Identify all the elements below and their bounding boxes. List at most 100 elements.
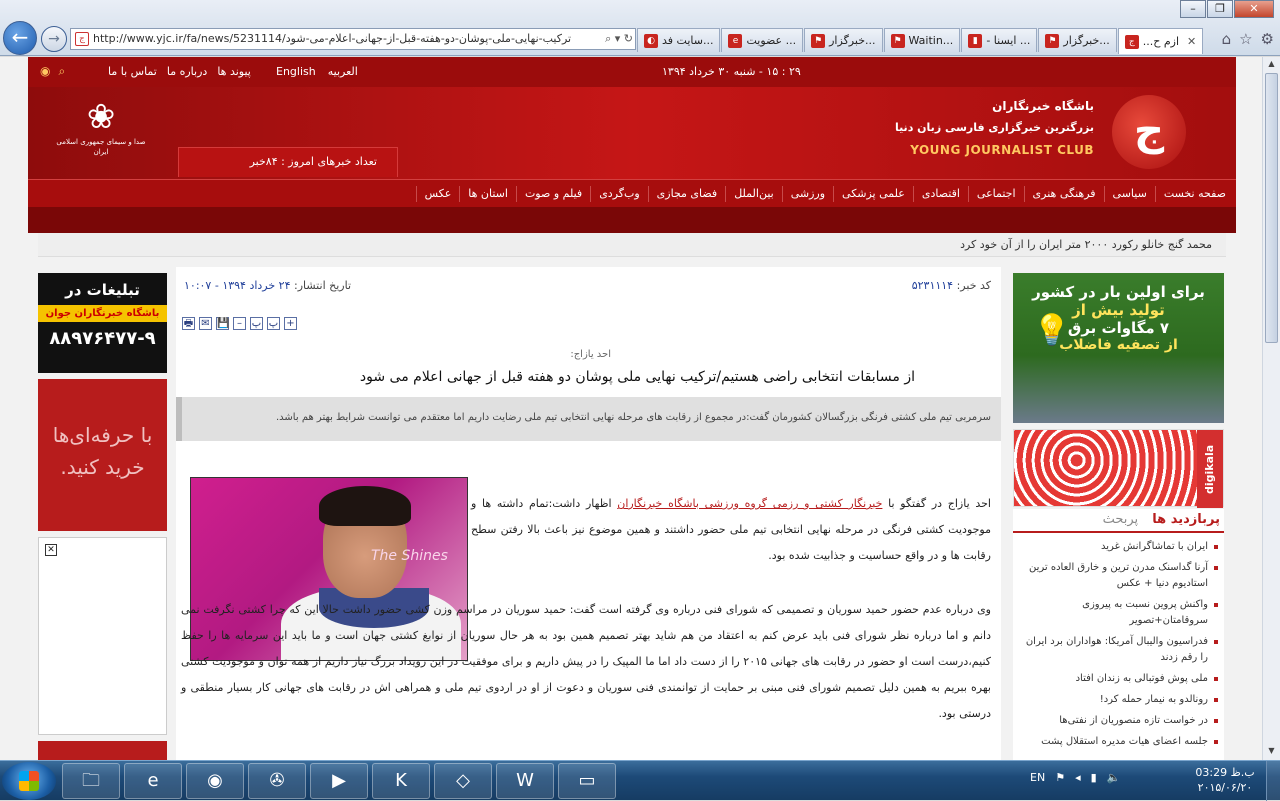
tab-close-icon[interactable]: ✕ — [1187, 31, 1196, 53]
tab-2[interactable]: e عضویت ... — [721, 28, 804, 52]
tab-5[interactable]: ▮ - ایسنا ... — [961, 28, 1038, 52]
back-button[interactable]: ← — [3, 21, 37, 55]
brand-english: YOUNG JOURNALIST CLUB — [910, 143, 1094, 157]
irib-logo[interactable]: ❀ صدا و سیمای جمهوری اسلامی ایران — [56, 97, 146, 169]
menu-culture[interactable]: فرهنگی هنری — [1023, 185, 1104, 202]
language-indicator[interactable]: EN — [1030, 771, 1045, 784]
home-icon[interactable]: ⌂ — [1222, 30, 1232, 48]
address-tools[interactable]: ⌕ ▾ ↻ — [601, 29, 633, 49]
settings-gear-icon[interactable]: ⚙ — [1261, 30, 1274, 48]
volume-icon[interactable]: 🔈 — [1107, 771, 1121, 784]
list-item[interactable]: واکنش پروین نسبت به پیروزی سروقامتان+تصو… — [1017, 597, 1218, 629]
reporter-link[interactable]: خبرنگار کشتی و رزمی گروه ورزشی باشگاه خب… — [617, 497, 882, 510]
ad-right-power[interactable]: 💡 برای اولین بار در کشور تولید بیش از ۷ … — [1013, 273, 1224, 423]
menu-politics[interactable]: سیاسی — [1103, 185, 1155, 202]
list-item[interactable]: رونالدو به نیمار حمله کرد! — [1017, 692, 1218, 708]
topbar-icons: ◉ ⌕ — [40, 64, 65, 79]
app-taskbar-button[interactable]: ✇ — [248, 763, 306, 799]
ad-phone: ۸۸۹۷۶۴۷۷-۹ — [49, 328, 156, 349]
tab-most-discussed[interactable]: پربحث — [1103, 512, 1139, 527]
menu-photo[interactable]: عکس — [415, 185, 460, 202]
menu-sports[interactable]: ورزشی — [781, 185, 833, 202]
app2-taskbar-button[interactable]: ◇ — [434, 763, 492, 799]
scroll-up-icon[interactable]: ▲ — [1265, 59, 1278, 71]
scroll-thumb[interactable] — [1265, 73, 1278, 343]
tab-1[interactable]: ◐ سایت فد... — [637, 28, 721, 52]
rss-icon[interactable]: ◉ — [40, 64, 50, 79]
menu-video[interactable]: فیلم و صوت — [515, 185, 590, 202]
close-ad-icon[interactable]: ✕ — [45, 544, 57, 556]
network-icon[interactable]: ▮ — [1091, 771, 1097, 784]
ad-name: باشگاه خبرنگاران جوان — [38, 305, 167, 322]
menu-home[interactable]: صفحه نخست — [1154, 185, 1234, 202]
chrome-taskbar-button[interactable]: ◉ — [186, 763, 244, 799]
print-icon[interactable]: 🖶 — [182, 317, 195, 330]
show-desktop-button[interactable] — [1266, 761, 1280, 801]
tab-active[interactable]: ج ...ازم ح ✕ — [1117, 28, 1204, 54]
tab-6[interactable]: ⚑ خبرگزار... — [1038, 28, 1117, 52]
list-item[interactable]: جلسه اعضای هیات مدیره استقلال پشت — [1017, 734, 1218, 750]
media-player-taskbar-button[interactable]: ▶ — [310, 763, 368, 799]
menu-cyberspace[interactable]: فضای مجازی — [647, 185, 726, 202]
font-decrease-icon[interactable]: – — [233, 317, 246, 330]
tab-3[interactable]: ⚑ خبرگزار... — [804, 28, 883, 52]
menu-science[interactable]: علمی پزشکی — [833, 185, 913, 202]
about-link[interactable]: درباره ما — [167, 65, 207, 78]
email-icon[interactable]: ✉ — [199, 317, 212, 330]
show-hidden-icon[interactable]: ◂ — [1075, 771, 1081, 784]
page-viewport: ◉ ⌕ تماس با ما درباره ما پیوند ها Englis… — [0, 57, 1262, 760]
menu-international[interactable]: بین‌الملل — [725, 185, 782, 202]
list-item[interactable]: ایران با تماشاگرانش غرید — [1017, 539, 1218, 555]
forward-button[interactable]: → — [41, 26, 67, 52]
tab-4[interactable]: ⚑ Waitin... — [883, 28, 961, 52]
ad-left-empty[interactable]: ✕ — [38, 537, 167, 735]
font-increase-icon[interactable]: + — [284, 317, 297, 330]
word-taskbar-button[interactable]: W — [496, 763, 554, 799]
contact-link[interactable]: تماس با ما — [108, 65, 157, 78]
language-links: English العربیه — [276, 65, 358, 78]
ad-left-bottom[interactable] — [38, 741, 167, 760]
brand-name: باشگاه خبرنگاران — [992, 99, 1094, 113]
article-lead: سرمربی تیم ملی کشتی فرنگی بزرگسالان کشور… — [176, 397, 1001, 441]
lightbulb-icon: 💡 — [1033, 313, 1071, 348]
tab-most-viewed[interactable]: پربازدید ها — [1152, 512, 1220, 527]
clock[interactable]: 03:29 ب.ظ ۲۰۱۵/۰۶/۲۰ — [1190, 765, 1260, 795]
close-window-button[interactable]: ✕ — [1234, 0, 1274, 18]
search-icon[interactable]: ⌕ — [58, 64, 65, 79]
maximize-button[interactable]: ❐ — [1207, 0, 1233, 18]
explorer-taskbar-button[interactable]: 🗀 — [62, 763, 120, 799]
vertical-scrollbar[interactable]: ▲ ▼ — [1262, 57, 1280, 760]
window-taskbar-button[interactable]: ▭ — [558, 763, 616, 799]
tab-favicon-icon: ⚑ — [811, 33, 826, 48]
minimize-button[interactable]: – — [1180, 0, 1206, 18]
start-button[interactable] — [2, 762, 56, 800]
news-count: تعداد خبرهای امروز : ۸۴خبر — [178, 147, 398, 177]
address-bar[interactable]: ج http://www.yjc.ir/fa/news/5231114/ترکی… — [70, 28, 636, 50]
tab-favicon-icon: ▮ — [968, 33, 983, 48]
list-item[interactable]: فدراسیون والیبال آمریکا: هواداران برد ای… — [1017, 634, 1218, 666]
menu-economy[interactable]: اقتصادی — [912, 185, 968, 202]
ie-taskbar-button[interactable]: e — [124, 763, 182, 799]
font-small-icon[interactable]: پ — [250, 317, 263, 330]
font-large-icon[interactable]: پ — [267, 317, 280, 330]
scroll-down-icon[interactable]: ▼ — [1265, 746, 1278, 758]
menu-social[interactable]: اجتماعی — [967, 185, 1024, 202]
menu-webgardi[interactable]: وب‌گردی — [590, 185, 647, 202]
ad-left-shopping[interactable]: با حرفه‌ای‌ها خرید کنید. — [38, 379, 167, 531]
brand-block[interactable]: ج باشگاه خبرنگاران بزرگترین خبرگزاری فار… — [846, 95, 1186, 175]
flag-icon[interactable]: ⚑ — [1055, 771, 1065, 784]
english-link[interactable]: English — [276, 65, 316, 78]
back-arrow-icon: ← — [11, 25, 29, 49]
save-icon[interactable]: 💾 — [216, 317, 229, 330]
list-item[interactable]: در خواست تازه منصوریان از نفتی‌ها — [1017, 713, 1218, 729]
ad-left-advertising[interactable]: تبلیغات در باشگاه خبرنگاران جوان ۸۸۹۷۶۴۷… — [38, 273, 167, 373]
list-item[interactable]: ملی پوش فوتبالی به زندان افتاد — [1017, 671, 1218, 687]
favorites-star-icon[interactable]: ☆ — [1239, 30, 1252, 48]
menu-provinces[interactable]: استان ها — [459, 185, 516, 202]
news-ticker[interactable]: محمد گنج خانلو رکورد ۲۰۰۰ متر ایران را ا… — [38, 233, 1226, 257]
ad-right-digikala[interactable]: digikala — [1013, 429, 1224, 508]
kaspersky-taskbar-button[interactable]: K — [372, 763, 430, 799]
links-link[interactable]: پیوند ها — [217, 65, 251, 78]
arabic-link[interactable]: العربیه — [328, 65, 358, 78]
list-item[interactable]: آرنا گداسنک مدرن ترین و خارق العاده ترین… — [1017, 560, 1218, 592]
